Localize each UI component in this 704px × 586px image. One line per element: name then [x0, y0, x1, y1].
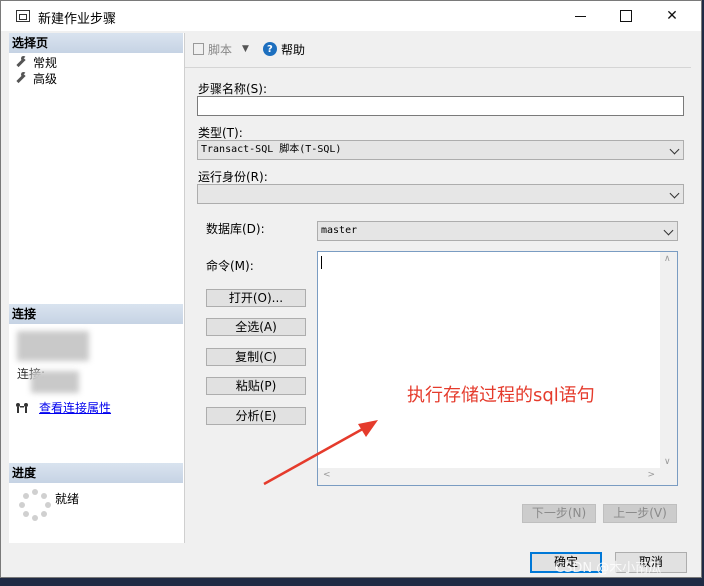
- left-pane: 选择页 常规 高级 连接 连接: 查看连接属性 进度: [9, 33, 185, 543]
- progress-header: 进度: [9, 463, 183, 483]
- chevron-down-icon[interactable]: ▼: [242, 44, 249, 54]
- maximize-button[interactable]: [603, 1, 649, 31]
- help-label: 帮助: [280, 42, 305, 57]
- type-label: 类型(T):: [198, 126, 243, 140]
- toolbar-divider: [185, 67, 691, 68]
- sidebar-item-general[interactable]: 常规: [15, 54, 57, 70]
- view-connection-properties[interactable]: 查看连接属性: [15, 399, 111, 416]
- wrench-icon: [15, 72, 27, 84]
- wrench-icon: [15, 56, 27, 68]
- script-button[interactable]: 脚本 ▼: [193, 41, 249, 58]
- toolbar: 脚本 ▼ ? 帮助: [185, 39, 305, 59]
- progress-spinner-icon: [19, 489, 51, 521]
- help-button[interactable]: ? 帮助: [262, 41, 305, 58]
- command-label: 命令(M):: [206, 259, 254, 273]
- chevron-down-icon: [663, 225, 674, 236]
- script-icon: [193, 43, 204, 55]
- sidebar-item-label: 常规: [33, 55, 58, 70]
- scroll-up-icon[interactable]: ∧: [664, 254, 671, 264]
- maximize-icon: [620, 10, 632, 22]
- close-button[interactable]: ✕: [649, 1, 695, 31]
- redacted-user: [31, 371, 79, 393]
- dialog-window: 新建作业步骤 ✕ 选择页 常规 高级 连接 连接: 查看连接属性 进度: [0, 0, 702, 578]
- next-step-button[interactable]: 下一步(N): [522, 504, 596, 523]
- watermark: CSDN @木小南瓜: [555, 561, 662, 576]
- connection-properties-icon: [16, 402, 28, 413]
- database-select[interactable]: master: [317, 221, 678, 241]
- run-as-label: 运行身份(R):: [198, 170, 268, 184]
- run-as-select[interactable]: [197, 184, 684, 204]
- annotation-arrow-icon: [263, 420, 378, 486]
- database-select-value: master: [321, 225, 358, 236]
- paste-button[interactable]: 粘贴(P): [206, 377, 306, 395]
- window-icon: [16, 10, 30, 22]
- sidebar-item-advanced[interactable]: 高级: [15, 70, 57, 86]
- title-bar: 新建作业步骤 ✕: [1, 1, 701, 31]
- select-all-button[interactable]: 全选(A): [206, 318, 306, 336]
- chevron-down-icon: [669, 144, 680, 155]
- window-title: 新建作业步骤: [38, 12, 117, 27]
- minimize-icon: [574, 15, 586, 17]
- progress-status: 就绪: [55, 492, 80, 506]
- sidebar-item-label: 高级: [33, 71, 58, 86]
- type-select-value: Transact-SQL 脚本(T-SQL): [201, 144, 342, 155]
- redacted-server: [17, 331, 89, 361]
- scroll-right-icon[interactable]: >: [647, 470, 655, 480]
- text-cursor: [321, 256, 322, 269]
- database-label: 数据库(D):: [206, 222, 265, 236]
- close-icon: ✕: [666, 8, 678, 24]
- prev-step-button[interactable]: 上一步(V): [603, 504, 677, 523]
- copy-button[interactable]: 复制(C): [206, 348, 306, 366]
- type-select[interactable]: Transact-SQL 脚本(T-SQL): [197, 140, 684, 160]
- chevron-down-icon: [669, 188, 680, 199]
- select-page-header: 选择页: [9, 33, 183, 53]
- help-icon: ?: [262, 42, 277, 56]
- step-name-input[interactable]: [197, 96, 684, 116]
- minimize-button[interactable]: [557, 1, 603, 31]
- view-connection-properties-link[interactable]: 查看连接属性: [39, 399, 111, 416]
- vertical-scrollbar[interactable]: ∧ ∨: [660, 252, 677, 485]
- scroll-down-icon[interactable]: ∨: [664, 457, 671, 467]
- step-name-label: 步骤名称(S):: [198, 82, 268, 96]
- connection-header: 连接: [9, 304, 183, 324]
- script-label: 脚本: [208, 42, 233, 57]
- open-button[interactable]: 打开(O)...: [206, 289, 306, 307]
- annotation-text: 执行存储过程的sql语句: [407, 385, 595, 406]
